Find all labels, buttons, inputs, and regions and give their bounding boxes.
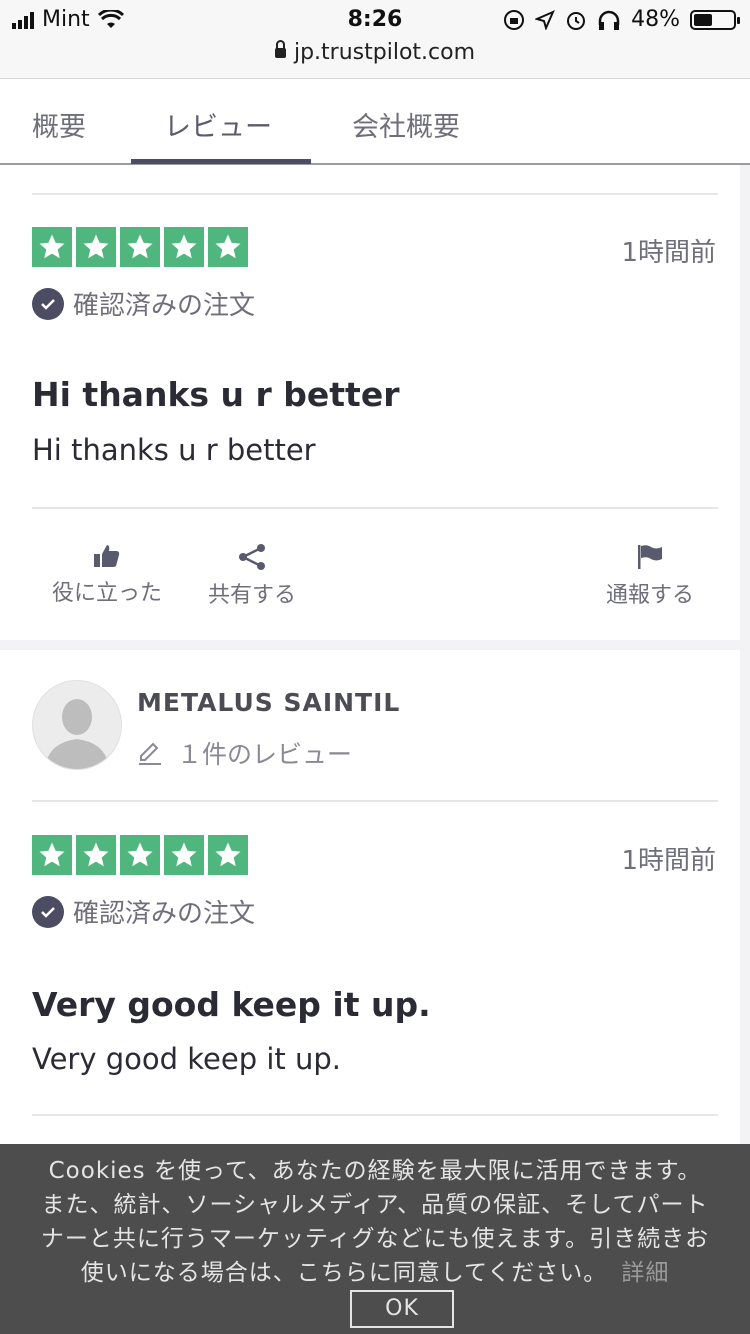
useful-label: 役に立った <box>52 581 163 606</box>
tab-overview[interactable]: 概要 <box>32 105 86 144</box>
review-body: Hi thanks u r better <box>32 433 316 467</box>
star-icon <box>120 835 160 875</box>
thumbs-up-icon <box>94 545 120 567</box>
tab-bar: 概要 レビュー 会社概要 <box>0 79 750 165</box>
share-button[interactable]: 共有する <box>208 543 296 609</box>
review-time: 1時間前 <box>621 238 716 268</box>
pencil-icon <box>139 742 161 765</box>
active-tab-indicator <box>131 159 311 164</box>
cookie-text: Cookies を使って、あなたの経験を最大限に活用できます。また、統計、ソーシ… <box>40 1158 710 1286</box>
verified-order: 確認済みの注文 <box>32 893 255 930</box>
review-title: Very good keep it up. <box>32 985 431 1024</box>
lock-icon <box>274 40 286 58</box>
review-body: Very good keep it up. <box>32 1042 341 1076</box>
star-icon <box>164 835 204 875</box>
alarm-icon <box>567 11 586 30</box>
star-icon <box>208 835 248 875</box>
star-icon <box>32 835 72 875</box>
battery-icon <box>690 9 740 30</box>
review-count-label: １件のレビュー <box>177 740 353 769</box>
avatar[interactable] <box>32 680 122 770</box>
review-time: 1時間前 <box>621 846 716 876</box>
divider <box>32 800 718 802</box>
tab-reviews[interactable]: レビュー <box>164 105 272 144</box>
orientation-lock-icon <box>504 9 525 30</box>
star-icon <box>208 227 248 267</box>
share-label: 共有する <box>208 583 297 608</box>
cookie-details-link[interactable]: 詳細 <box>621 1260 669 1286</box>
url-bar[interactable]: jp.trustpilot.com <box>0 40 750 79</box>
reviewer-name[interactable]: METALUS SAINTIL <box>137 688 400 717</box>
verified-order: 確認済みの注文 <box>32 285 255 322</box>
location-icon <box>535 9 556 30</box>
review-card: 1時間前 確認済みの注文 Hi thanks u r better Hi tha… <box>0 165 740 640</box>
report-button[interactable]: 通報する <box>606 543 694 609</box>
verified-label: 確認済みの注文 <box>73 291 256 321</box>
check-icon <box>32 287 64 320</box>
cookie-ok-button[interactable]: OK <box>350 1290 454 1328</box>
star-icon <box>76 835 116 875</box>
user-silhouette-icon <box>45 699 109 769</box>
star-icon <box>76 227 116 267</box>
star-rating <box>32 227 248 267</box>
share-icon <box>239 544 265 570</box>
headphones-icon <box>598 10 620 30</box>
star-icon <box>164 227 204 267</box>
cookie-banner: Cookies を使って、あなたの経験を最大限に活用できます。また、統計、ソーシ… <box>0 1144 750 1334</box>
status-right: 48% <box>503 7 740 32</box>
check-icon <box>32 895 64 928</box>
divider <box>32 193 718 195</box>
useful-button[interactable]: 役に立った <box>52 543 162 607</box>
reviewer-review-count: １件のレビュー <box>137 735 352 771</box>
star-icon <box>120 227 160 267</box>
star-rating <box>32 835 248 875</box>
url-domain: jp.trustpilot.com <box>293 40 476 65</box>
battery-percent: 48% <box>631 7 680 32</box>
report-label: 通報する <box>606 583 695 608</box>
flag-icon <box>638 545 662 569</box>
star-icon <box>32 227 72 267</box>
review-card: METALUS SAINTIL １件のレビュー 1時間前 確認済みの注文 Ver… <box>0 650 740 1150</box>
verified-label: 確認済みの注文 <box>73 899 256 929</box>
divider <box>32 507 718 509</box>
status-bar: Mint 8:26 48% <box>0 0 750 40</box>
tab-company-info[interactable]: 会社概要 <box>352 105 460 144</box>
divider <box>32 1114 718 1116</box>
review-title: Hi thanks u r better <box>32 375 400 414</box>
